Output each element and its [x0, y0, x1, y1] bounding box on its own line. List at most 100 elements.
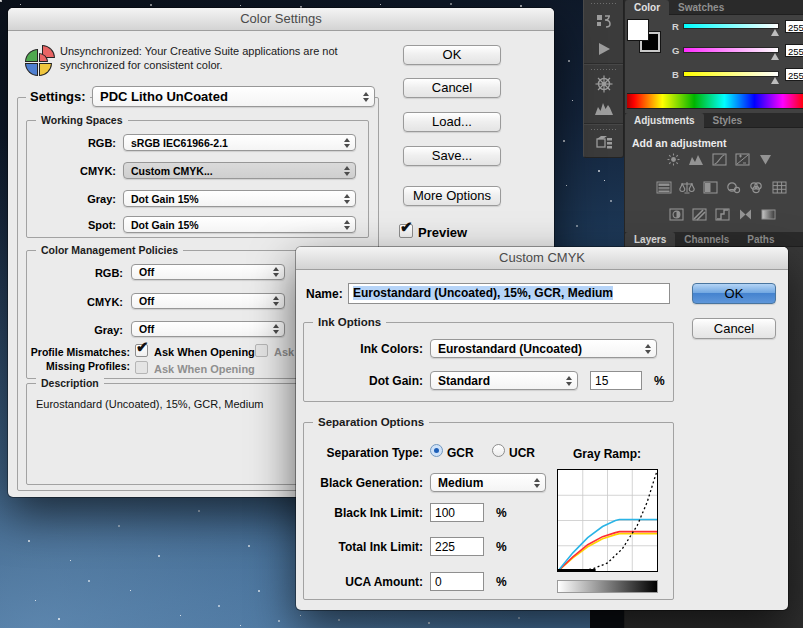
red-slider-thumb[interactable]	[771, 29, 779, 36]
threshold-icon[interactable]	[714, 207, 730, 221]
ws-spot-select[interactable]: Dot Gain 15%	[123, 216, 356, 233]
color-spectrum-ramp[interactable]	[627, 93, 803, 109]
green-value-field[interactable]: 255	[785, 44, 803, 57]
photo-filter-icon[interactable]	[725, 180, 741, 194]
selective-color-icon[interactable]	[737, 207, 753, 221]
tab-adjustments[interactable]: Adjustments	[625, 113, 704, 128]
ok-button[interactable]: OK	[403, 45, 501, 65]
ok-button[interactable]: OK	[692, 283, 776, 304]
cancel-button[interactable]: Cancel	[692, 318, 776, 339]
gcr-radio[interactable]	[430, 444, 443, 457]
gcr-label: GCR	[447, 446, 474, 460]
color-balance-icon[interactable]	[679, 180, 695, 194]
ws-spot-label: Spot:	[28, 219, 116, 231]
color-settings-titlebar[interactable]: Color Settings	[8, 8, 554, 31]
check-icon: ✔	[400, 218, 413, 236]
gray-ramp-label: Gray Ramp:	[573, 447, 641, 461]
foreground-background-swatches[interactable]	[628, 20, 664, 56]
invert-icon[interactable]	[668, 207, 684, 221]
navigator-icon[interactable]	[584, 74, 623, 94]
cmp-gray-label: Gray:	[28, 324, 123, 336]
missing-profiles-label: Missing Profiles:	[18, 360, 130, 372]
preview-checkbox[interactable]: ✔	[399, 224, 413, 238]
curves-icon[interactable]	[711, 152, 727, 166]
layers-tabbar: Layers Channels Paths	[625, 232, 803, 247]
vibrance-icon[interactable]	[757, 152, 773, 166]
levels-icon[interactable]	[688, 152, 704, 166]
stepper-icon	[531, 478, 543, 488]
ink-colors-select[interactable]: Eurostandard (Uncoated)	[430, 339, 657, 358]
total-ink-limit-field[interactable]: 225	[430, 537, 484, 556]
ws-cmyk-select[interactable]: Custom CMYK...	[123, 162, 356, 179]
tab-styles[interactable]: Styles	[704, 113, 751, 128]
ink-colors-label: Ink Colors:	[296, 342, 423, 356]
blue-slider-track[interactable]	[683, 71, 779, 77]
ws-rgb-select[interactable]: sRGB IEC61966-2.1	[123, 134, 356, 151]
panel-icon-strip	[583, 0, 624, 158]
custom-cmyk-dialog: Custom CMYK Name: Eurostandard (Uncoated…	[296, 247, 788, 610]
posterize-icon[interactable]	[691, 207, 707, 221]
profile-mismatches-label: Profile Mismatches:	[18, 346, 130, 358]
stepper-icon	[360, 92, 372, 102]
ask-when-pasting-checkbox[interactable]	[255, 344, 268, 357]
red-value-field[interactable]: 255	[785, 20, 803, 33]
strip-divider	[584, 123, 623, 125]
blue-value-field[interactable]: 255	[785, 68, 803, 81]
tab-channels[interactable]: Channels	[675, 232, 738, 247]
ink-options-groupbox: Ink Options	[303, 322, 674, 402]
ws-cmyk-label: CMYK:	[28, 165, 116, 177]
cmp-gray-select[interactable]: Off	[131, 321, 285, 337]
brightness-contrast-icon[interactable]	[665, 152, 681, 166]
panel-grip[interactable]	[590, 2, 618, 6]
hue-saturation-icon[interactable]	[656, 180, 672, 194]
stepper-icon	[341, 194, 353, 204]
black-generation-select[interactable]: Medium	[430, 473, 546, 492]
green-slider-track[interactable]	[683, 47, 779, 53]
cmp-cmyk-label: CMYK:	[28, 296, 123, 308]
ws-gray-select[interactable]: Dot Gain 15%	[123, 190, 356, 207]
uca-amount-field[interactable]: 0	[430, 572, 484, 591]
layer-comps-icon[interactable]	[584, 12, 623, 30]
color-lookup-icon[interactable]	[771, 180, 787, 194]
load-button[interactable]: Load...	[403, 112, 501, 132]
dot-gain-value-field[interactable]: 15	[590, 371, 642, 390]
foreground-color-swatch[interactable]	[628, 20, 648, 40]
uca-amount-percent: %	[496, 575, 507, 589]
exposure-icon[interactable]	[734, 152, 750, 166]
missing-ask-checkbox[interactable]	[135, 361, 148, 374]
cmp-rgb-select[interactable]: Off	[131, 264, 285, 280]
panel-grip[interactable]	[590, 128, 618, 132]
dot-gain-select[interactable]: Standard	[430, 371, 578, 390]
black-ink-limit-field[interactable]: 100	[430, 503, 484, 522]
cmp-cmyk-select[interactable]: Off	[131, 293, 285, 309]
custom-cmyk-titlebar[interactable]: Custom CMYK	[296, 247, 788, 270]
tab-swatches[interactable]: Swatches	[669, 0, 733, 15]
blue-slider-thumb[interactable]	[771, 77, 779, 84]
ws-gray-label: Gray:	[28, 193, 116, 205]
green-slider-thumb[interactable]	[771, 53, 779, 60]
gradient-map-icon[interactable]	[760, 207, 776, 221]
histogram-icon[interactable]	[584, 100, 623, 116]
add-adjustment-label: Add an adjustment	[632, 137, 727, 149]
ucr-radio[interactable]	[492, 444, 505, 457]
cancel-button[interactable]: Cancel	[403, 78, 501, 98]
missing-ask-label: Ask When Opening	[154, 363, 255, 375]
name-field[interactable]: Eurostandard (Uncoated), 15%, GCR, Mediu…	[348, 283, 670, 304]
actions-icon[interactable]	[584, 41, 623, 57]
red-slider-track[interactable]	[683, 23, 779, 29]
stepper-icon	[270, 296, 282, 306]
3d-panel-icon[interactable]	[584, 133, 623, 151]
dot-gain-percent: %	[654, 374, 665, 388]
more-options-button[interactable]: More Options	[403, 186, 501, 206]
settings-select[interactable]: PDC Litho UnCoated	[92, 86, 375, 107]
separation-type-label: Separation Type:	[296, 446, 423, 460]
tab-paths[interactable]: Paths	[738, 232, 783, 247]
tab-color[interactable]: Color	[625, 0, 669, 15]
ucr-label: UCR	[509, 446, 535, 460]
panel-grip[interactable]	[590, 68, 618, 72]
save-button[interactable]: Save...	[403, 146, 501, 166]
black-white-icon[interactable]	[702, 180, 718, 194]
tab-layers[interactable]: Layers	[625, 232, 675, 247]
ask-when-opening-checkbox[interactable]: ✔	[135, 344, 148, 357]
channel-mixer-icon[interactable]	[748, 180, 764, 194]
